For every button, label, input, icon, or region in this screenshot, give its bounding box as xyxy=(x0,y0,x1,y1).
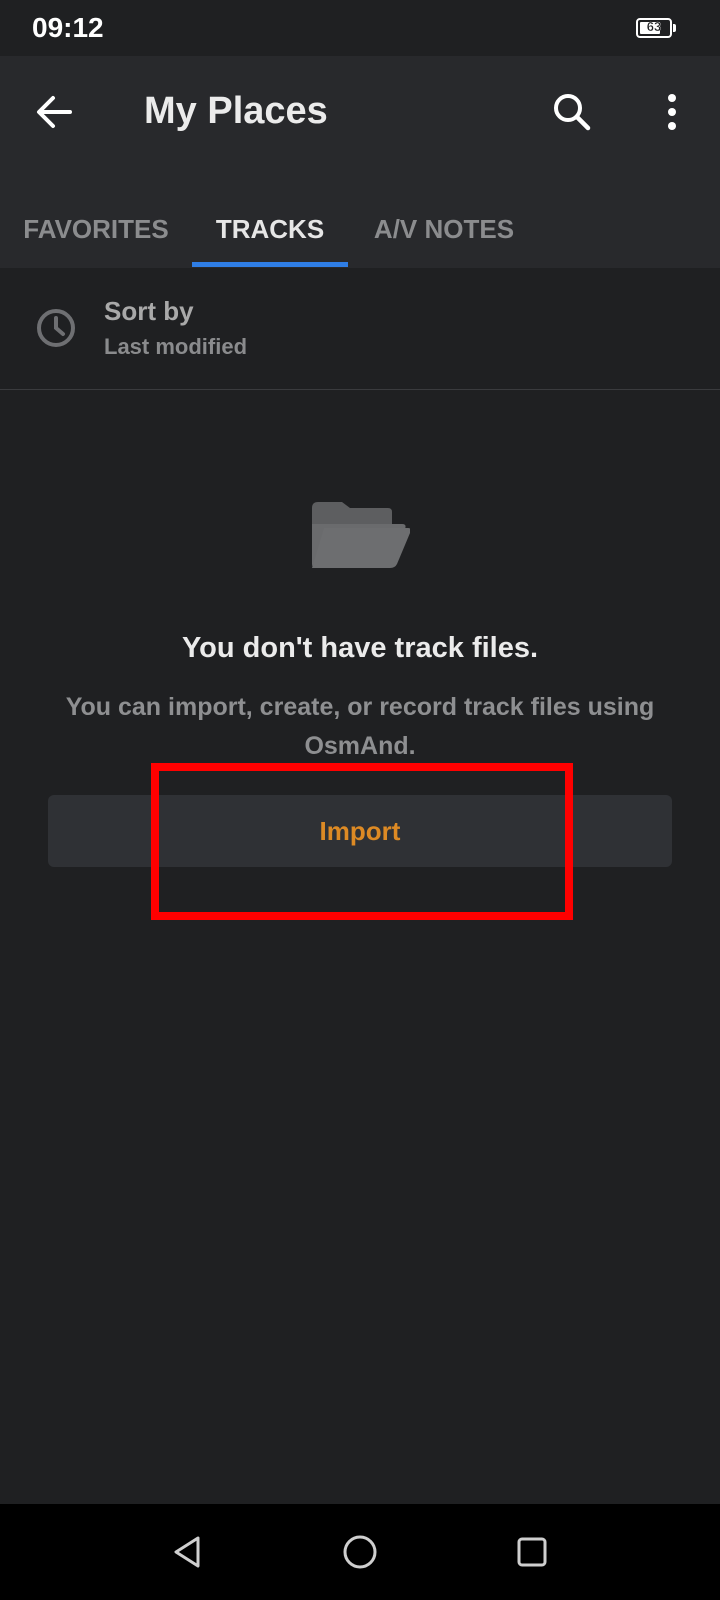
search-icon xyxy=(554,94,591,131)
battery-icon: 63 xyxy=(636,18,676,38)
empty-state-title: You don't have track files. xyxy=(181,632,539,664)
nav-home-icon[interactable] xyxy=(340,1532,380,1572)
import-button-label: Import xyxy=(319,815,401,846)
search-button[interactable] xyxy=(548,88,596,136)
more-options-button[interactable] xyxy=(648,88,696,136)
empty-state-description: You can import, create, or record track … xyxy=(65,693,655,760)
nav-recent-apps-icon[interactable] xyxy=(512,1532,552,1572)
back-arrow-icon xyxy=(37,96,72,128)
folder-icon xyxy=(312,502,410,568)
tab-bar: FAVORITES TRACKS A/V NOTES xyxy=(0,190,720,268)
sort-by-row[interactable]: Sort by Last modified xyxy=(0,268,720,390)
sort-by-label: Sort by xyxy=(104,296,194,326)
battery-level: 63 xyxy=(646,19,662,34)
clock-icon xyxy=(37,309,75,347)
sort-by-value: Last modified xyxy=(104,334,248,359)
tab-tracks[interactable]: TRACKS xyxy=(192,190,348,268)
system-nav-bar xyxy=(0,1504,720,1600)
page-title: My Places xyxy=(144,90,328,132)
import-button[interactable]: Import xyxy=(48,795,672,867)
back-button[interactable] xyxy=(28,88,84,136)
status-bar: 09:12 63 xyxy=(0,0,720,56)
nav-back-icon[interactable] xyxy=(168,1532,208,1572)
tab-av-notes[interactable]: A/V NOTES xyxy=(348,190,540,268)
tab-favorites[interactable]: FAVORITES xyxy=(0,190,192,268)
active-tab-indicator xyxy=(192,262,348,267)
status-time: 09:12 xyxy=(32,12,104,43)
more-vertical-icon xyxy=(668,94,676,130)
